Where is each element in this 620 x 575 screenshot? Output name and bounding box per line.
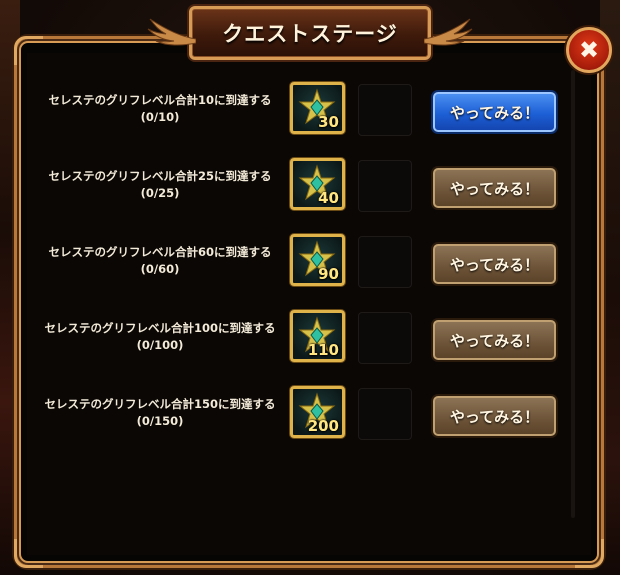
reward-slot[interactable]: 30	[290, 82, 345, 134]
quest-row: セレステのグリフレベル合計60に到達する (0/60) 90 やってみる！	[0, 234, 620, 294]
quest-row: セレステのグリフレベル合計10に到達する (0/10) 30 やってみる！	[0, 82, 620, 142]
reward-slot[interactable]: 200	[290, 386, 345, 438]
empty-reward-slot	[358, 388, 412, 440]
quest-description: セレステのグリフレベル合計150に到達する (0/150)	[40, 396, 280, 430]
quest-description: セレステのグリフレベル合計25に到達する (0/25)	[40, 168, 280, 202]
quest-description: セレステのグリフレベル合計10に到達する (0/10)	[40, 92, 280, 126]
quest-row: セレステのグリフレベル合計25に到達する (0/25) 40 やってみる！	[0, 158, 620, 218]
try-it-button[interactable]: やってみる！	[433, 168, 556, 208]
close-icon: ✖	[578, 36, 600, 64]
quest-progress: (0/150)	[136, 414, 184, 428]
quest-progress: (0/100)	[136, 338, 184, 352]
quest-label: セレステのグリフレベル合計100に到達する	[44, 321, 276, 335]
quest-row: セレステのグリフレベル合計150に到達する (0/150) 200 やってみる！	[0, 386, 620, 446]
reward-amount: 200	[307, 417, 339, 435]
title-banner: クエストステージ	[0, 6, 620, 60]
quest-label: セレステのグリフレベル合計10に到達する	[48, 93, 272, 107]
reward-amount: 40	[318, 189, 339, 207]
empty-reward-slot	[358, 160, 412, 212]
close-button[interactable]: ✖	[566, 27, 612, 73]
try-it-button[interactable]: やってみる！	[433, 92, 556, 132]
wing-ornament-icon	[147, 18, 197, 46]
reward-amount: 110	[307, 341, 339, 359]
empty-reward-slot	[358, 84, 412, 136]
quest-progress: (0/10)	[140, 110, 180, 124]
empty-reward-slot	[358, 312, 412, 364]
quest-row: セレステのグリフレベル合計100に到達する (0/100) 110 やってみる！	[0, 310, 620, 370]
reward-amount: 30	[318, 113, 339, 131]
page-title: クエストステージ	[222, 22, 398, 46]
try-it-button[interactable]: やってみる！	[433, 396, 556, 436]
try-it-button[interactable]: やってみる！	[433, 320, 556, 360]
wing-ornament-icon	[423, 18, 473, 46]
reward-slot[interactable]: 90	[290, 234, 345, 286]
quest-progress: (0/60)	[140, 262, 180, 276]
reward-slot[interactable]: 110	[290, 310, 345, 362]
empty-reward-slot	[358, 236, 412, 288]
quest-description: セレステのグリフレベル合計60に到達する (0/60)	[40, 244, 280, 278]
try-it-button[interactable]: やってみる！	[433, 244, 556, 284]
quest-label: セレステのグリフレベル合計25に到達する	[48, 169, 272, 183]
reward-amount: 90	[318, 265, 339, 283]
quest-progress: (0/25)	[140, 186, 180, 200]
reward-slot[interactable]: 40	[290, 158, 345, 210]
quest-label: セレステのグリフレベル合計60に到達する	[48, 245, 272, 259]
quest-description: セレステのグリフレベル合計100に到達する (0/100)	[40, 320, 280, 354]
title-plate: クエストステージ	[147, 6, 473, 60]
quest-label: セレステのグリフレベル合計150に到達する	[44, 397, 276, 411]
